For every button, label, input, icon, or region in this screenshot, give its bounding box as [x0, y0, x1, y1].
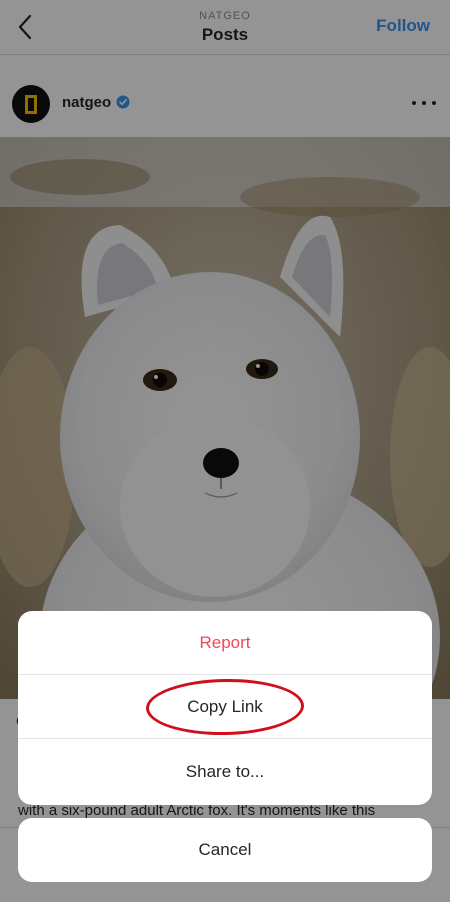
highlight-circle [145, 677, 305, 737]
action-sheet: Report Copy Link Share to... [18, 611, 432, 805]
app-screen: NATGEO Posts Follow natgeo with a six-po… [0, 0, 450, 903]
copy-link-option[interactable]: Copy Link [18, 675, 432, 739]
report-option[interactable]: Report [18, 611, 432, 675]
share-to-option[interactable]: Share to... [18, 739, 432, 805]
cancel-button[interactable]: Cancel [18, 818, 432, 882]
